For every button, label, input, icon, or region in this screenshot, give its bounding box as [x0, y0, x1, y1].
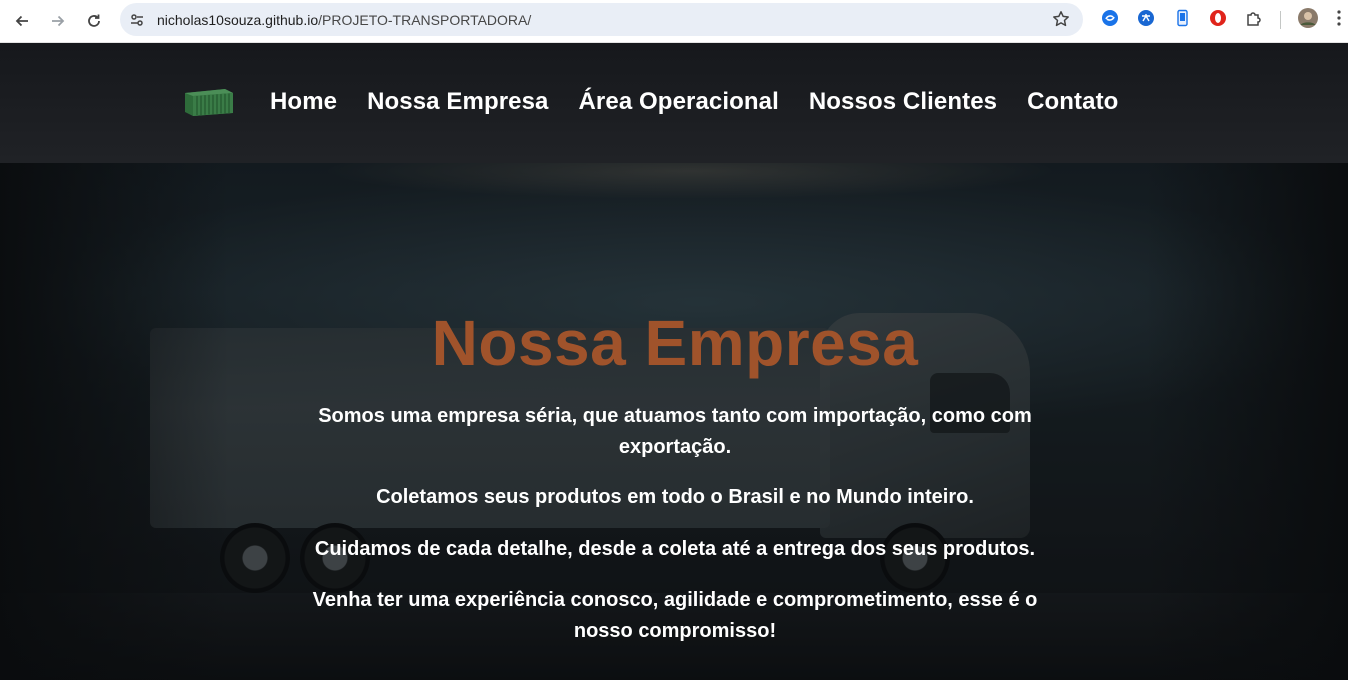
forward-icon[interactable]	[44, 7, 72, 35]
site-header: Home Nossa Empresa Área Operacional Noss…	[0, 43, 1348, 163]
site-info-icon[interactable]	[123, 6, 151, 34]
website-viewport: Home Nossa Empresa Área Operacional Noss…	[0, 43, 1348, 680]
extension-sync-icon[interactable]	[1099, 7, 1121, 29]
extension-phone-icon[interactable]	[1171, 7, 1193, 29]
nav-nossa-empresa[interactable]: Nossa Empresa	[367, 88, 548, 116]
nav-area-operacional[interactable]: Área Operacional	[579, 88, 779, 116]
hero-paragraph-2: Coletamos seus produtos em todo o Brasil…	[376, 486, 974, 508]
address-bar[interactable]: nicholas10souza.github.io/PROJETO-TRANSP…	[120, 3, 1083, 36]
browser-toolbar: nicholas10souza.github.io/PROJETO-TRANSP…	[0, 0, 1348, 43]
extensions-puzzle-icon[interactable]	[1243, 7, 1265, 29]
reload-icon[interactable]	[80, 7, 108, 35]
url-text: nicholas10souza.github.io/PROJETO-TRANSP…	[157, 12, 531, 28]
profile-avatar[interactable]	[1297, 7, 1319, 29]
nav-contato[interactable]: Contato	[1027, 88, 1118, 116]
hero-paragraph-1: Somos uma empresa séria, que atuamos tan…	[318, 405, 1032, 458]
bookmark-star-icon[interactable]	[1051, 9, 1071, 29]
menu-kebab-icon[interactable]	[1332, 7, 1346, 29]
main-nav: Home Nossa Empresa Área Operacional Noss…	[270, 88, 1118, 116]
toolbar-separator	[1280, 11, 1281, 29]
hero-paragraph-4: Venha ter uma experiência conosco, agili…	[312, 589, 1038, 642]
hero-section: Nossa Empresa Somos uma empresa séria, q…	[0, 163, 1348, 680]
url-host: nicholas10souza.github.io	[157, 11, 319, 28]
url-path: /PROJETO-TRANSPORTADORA/	[318, 11, 532, 28]
extension-translate-icon[interactable]	[1135, 7, 1157, 29]
nav-nossos-clientes[interactable]: Nossos Clientes	[809, 88, 997, 116]
hero-paragraph-3: Cuidamos de cada detalhe, desde a coleta…	[314, 538, 1036, 560]
hero-title: Nossa Empresa	[431, 307, 919, 379]
back-icon[interactable]	[8, 7, 36, 35]
hero-content: Nossa Empresa Somos uma empresa séria, q…	[0, 163, 1348, 680]
nav-home[interactable]: Home	[270, 88, 337, 116]
container-logo[interactable]	[183, 87, 235, 117]
extension-opera-icon[interactable]	[1207, 7, 1229, 29]
